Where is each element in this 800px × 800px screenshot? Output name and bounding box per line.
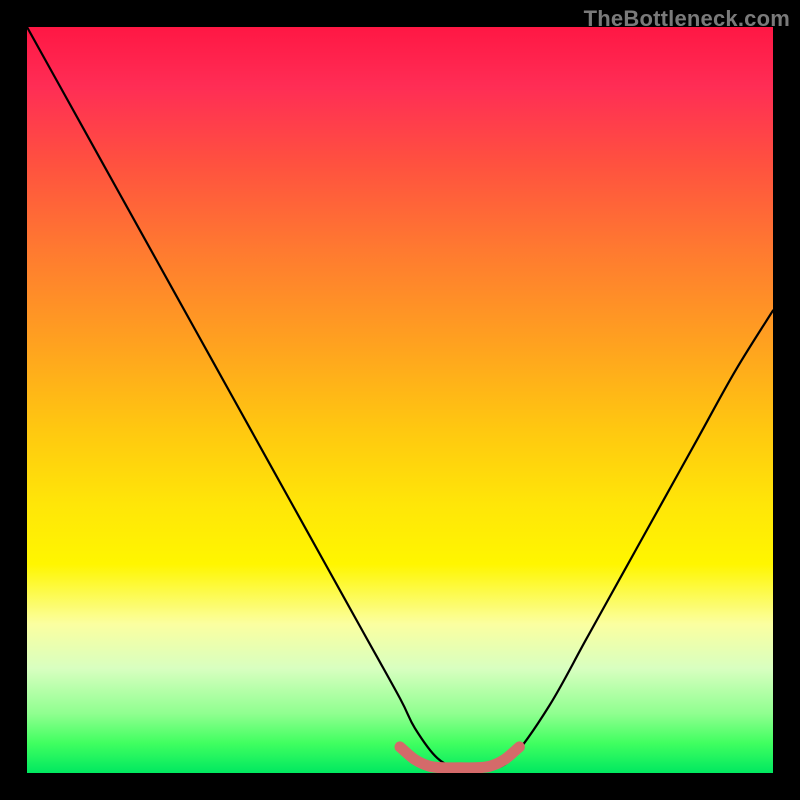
bottleneck-curve [27,27,773,770]
plot-area [27,27,773,773]
curve-layer [27,27,773,773]
optimal-zone-highlight [400,747,519,768]
watermark-text: TheBottleneck.com [584,6,790,32]
chart-container: TheBottleneck.com [0,0,800,800]
